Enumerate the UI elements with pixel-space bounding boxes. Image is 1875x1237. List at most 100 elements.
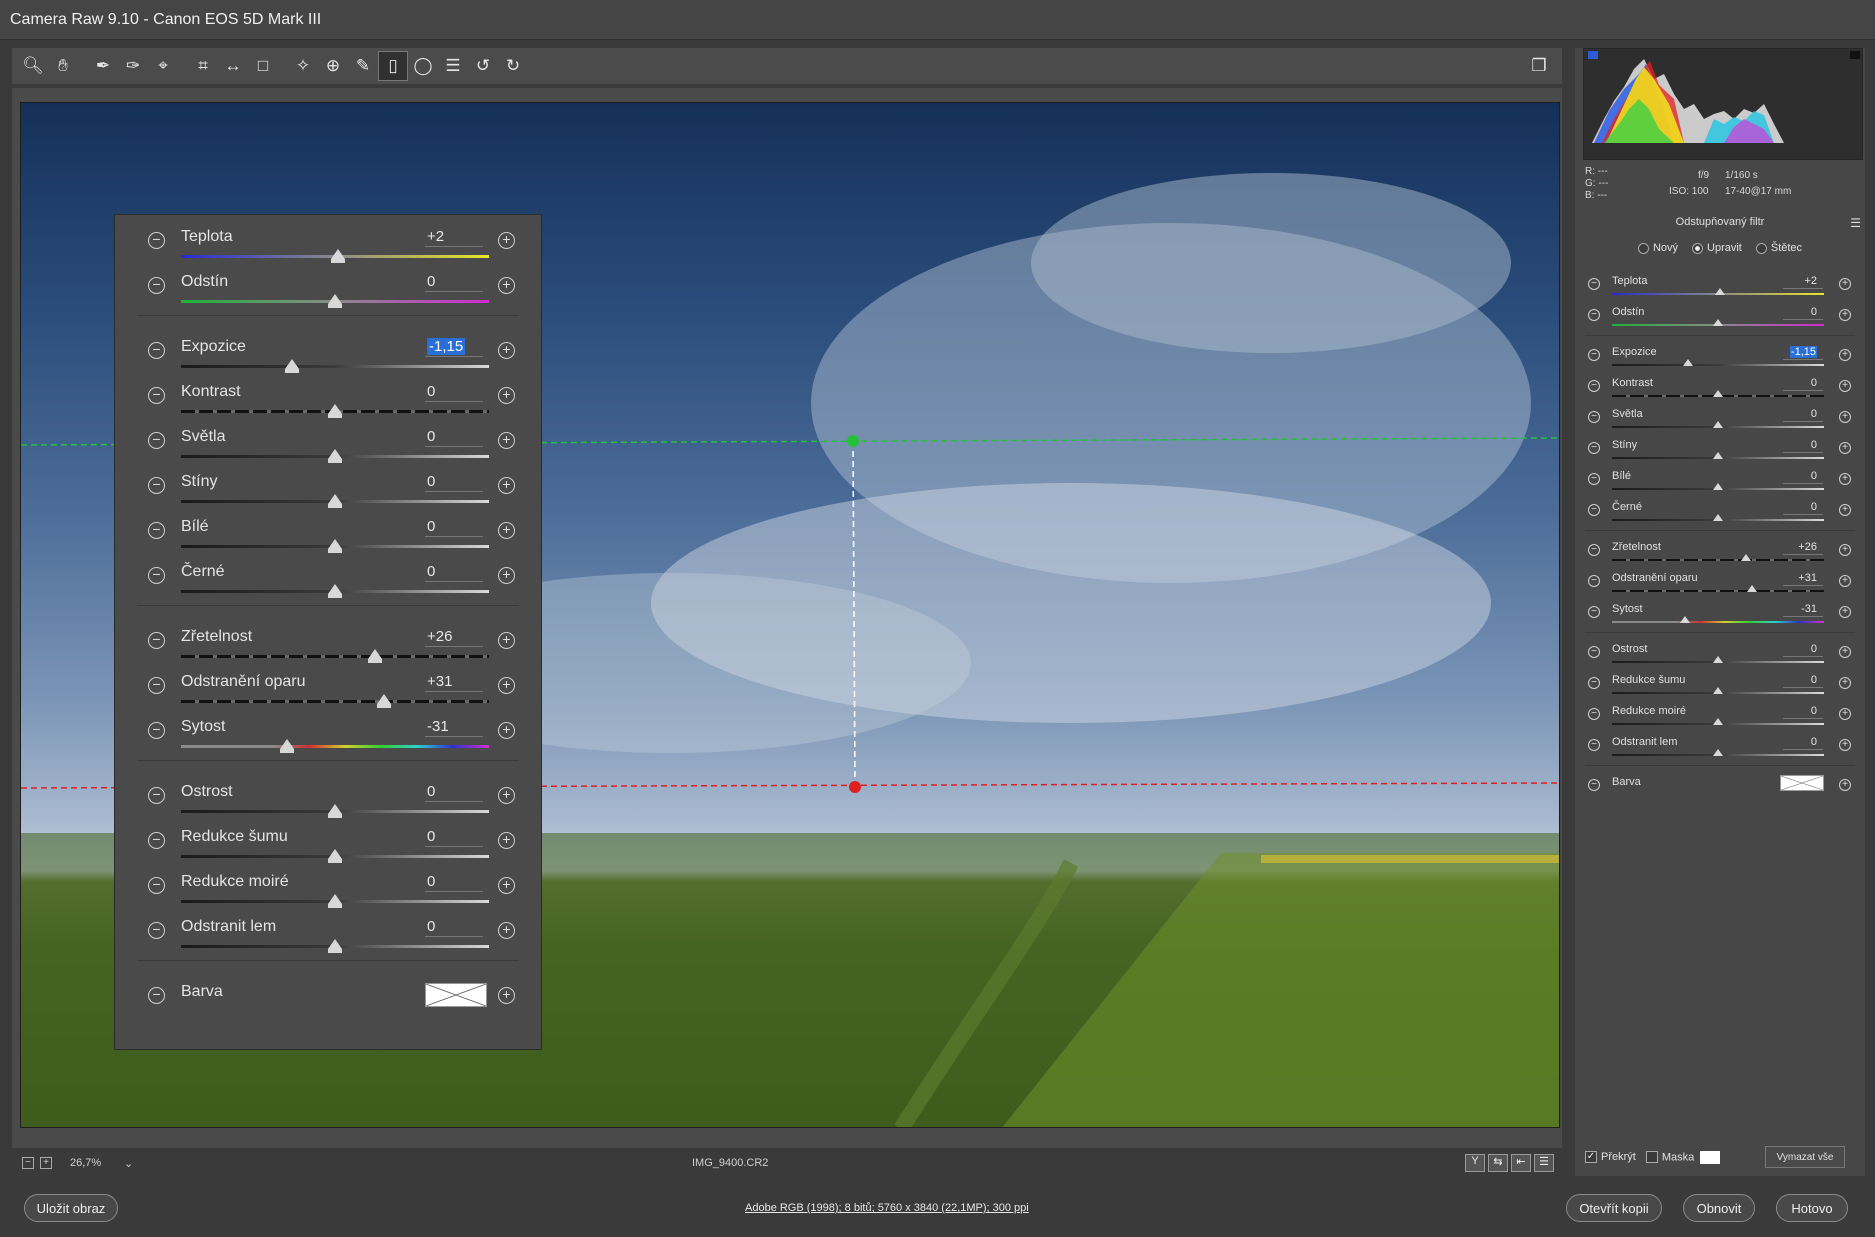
radial-filter-icon[interactable]: ◯ (408, 51, 438, 81)
mask-checkbox[interactable]: Maska (1645, 1150, 1721, 1164)
plus-circle-icon[interactable]: + (498, 722, 515, 739)
minus-circle-icon[interactable]: − (1588, 544, 1600, 556)
minus-circle-icon[interactable]: − (1588, 739, 1600, 751)
slider-value-input[interactable]: 0 (425, 873, 483, 892)
minus-circle-icon[interactable]: − (148, 677, 165, 694)
plus-circle-icon[interactable]: + (1839, 708, 1851, 720)
slider-value-input[interactable]: -31 (1783, 603, 1823, 617)
slider-value-input[interactable]: -1,15 (1783, 346, 1823, 360)
mask-check-icon[interactable] (1645, 1151, 1658, 1163)
slider-thumb[interactable] (331, 249, 346, 263)
minus-circle-icon[interactable]: − (148, 632, 165, 649)
slider-value-input[interactable]: 0 (425, 828, 483, 847)
slider-thumb[interactable] (1680, 616, 1691, 623)
slider-thumb[interactable] (328, 894, 342, 908)
slider-value-input[interactable]: 0 (425, 428, 483, 447)
slider-value-input[interactable]: 0 (1783, 736, 1823, 750)
plus-circle-icon[interactable]: + (1839, 411, 1851, 423)
radio-icon[interactable] (1637, 242, 1649, 254)
minus-circle-icon[interactable]: − (148, 387, 165, 404)
slider-value-input[interactable]: +31 (1783, 572, 1823, 586)
slider-value-input[interactable]: 0 (1783, 439, 1823, 453)
slider-value-input[interactable]: 0 (425, 383, 483, 402)
zoom-icon[interactable]: 🔍︎ (18, 51, 48, 81)
slider-track[interactable] (1612, 590, 1824, 592)
slider-thumb[interactable] (328, 939, 342, 953)
plus-circle-icon[interactable]: + (1839, 278, 1851, 290)
slider-thumb[interactable] (1683, 359, 1694, 366)
plus-circle-icon[interactable]: + (1839, 544, 1851, 556)
mode-radio-stetec[interactable]: Štětec (1755, 242, 1802, 254)
mode-radio-novy[interactable]: Nový (1637, 242, 1678, 254)
slider-track[interactable] (1612, 364, 1824, 366)
straighten-icon[interactable]: ↔ (218, 51, 248, 81)
minus-circle-icon[interactable]: − (1588, 309, 1600, 321)
slider-thumb[interactable] (328, 804, 342, 818)
white-balance-icon[interactable]: ✒ (88, 51, 118, 81)
slider-thumb[interactable] (377, 694, 392, 708)
slider-track[interactable] (181, 700, 489, 703)
slider-value-input[interactable]: +26 (425, 628, 483, 647)
plus-circle-icon[interactable]: + (1839, 677, 1851, 689)
slider-thumb[interactable] (328, 584, 342, 598)
slider-value-input[interactable]: 0 (1783, 705, 1823, 719)
plus-circle-icon[interactable]: + (498, 987, 515, 1004)
plus-circle-icon[interactable]: + (498, 632, 515, 649)
slider-thumb[interactable] (284, 359, 299, 373)
clear-all-button[interactable]: Vymazat vše (1765, 1146, 1845, 1168)
minus-circle-icon[interactable]: − (1588, 575, 1600, 587)
slider-thumb[interactable] (328, 449, 342, 463)
minus-circle-icon[interactable]: − (148, 522, 165, 539)
slider-thumb[interactable] (280, 739, 295, 753)
minus-circle-icon[interactable]: − (148, 787, 165, 804)
plus-circle-icon[interactable]: + (498, 277, 515, 294)
minus-circle-icon[interactable]: − (1588, 606, 1600, 618)
slider-track[interactable] (181, 365, 489, 368)
zoom-level[interactable]: 26,7% (58, 1157, 118, 1169)
minus-circle-icon[interactable]: − (1588, 504, 1600, 516)
plus-circle-icon[interactable]: + (498, 567, 515, 584)
adjustment-brush-icon[interactable]: ✎ (348, 51, 378, 81)
fullscreen-icon[interactable]: ❐ (1524, 51, 1554, 81)
slider-track[interactable] (1612, 559, 1824, 561)
rotate-cw-icon[interactable]: ↻ (498, 51, 528, 81)
hand-icon[interactable]: ✋︎ (48, 51, 78, 81)
slider-thumb[interactable] (1713, 390, 1723, 397)
slider-thumb[interactable] (328, 294, 342, 308)
slider-thumb[interactable] (368, 649, 383, 663)
color-swatch[interactable] (1780, 775, 1824, 791)
overlay-checkbox[interactable]: ✓ Překrýt (1585, 1151, 1636, 1164)
slider-value-input[interactable]: -31 (425, 718, 483, 737)
plus-circle-icon[interactable]: + (498, 922, 515, 939)
minus-circle-icon[interactable]: − (148, 722, 165, 739)
view-mode-button[interactable]: ⇤ (1511, 1154, 1531, 1172)
slider-thumb[interactable] (1713, 749, 1723, 756)
plus-circle-icon[interactable]: + (498, 477, 515, 494)
chevron-down-icon[interactable]: ⌄ (124, 1157, 133, 1170)
minus-circle-icon[interactable]: − (148, 987, 165, 1004)
plus-circle-icon[interactable]: + (1839, 646, 1851, 658)
save-image-button[interactable]: Uložit obraz (24, 1194, 118, 1222)
minus-circle-icon[interactable]: − (148, 922, 165, 939)
plus-circle-icon[interactable]: + (1839, 473, 1851, 485)
done-button[interactable]: Hotovo (1776, 1194, 1848, 1222)
minus-circle-icon[interactable]: − (148, 567, 165, 584)
plus-circle-icon[interactable]: + (498, 387, 515, 404)
minus-circle-icon[interactable]: − (148, 277, 165, 294)
view-mode-button[interactable]: Y (1465, 1154, 1485, 1172)
zoom-in-icon[interactable]: + (40, 1157, 52, 1169)
slider-thumb[interactable] (328, 539, 342, 553)
minus-circle-icon[interactable]: − (1588, 411, 1600, 423)
plus-circle-icon[interactable]: + (1839, 442, 1851, 454)
slider-thumb[interactable] (328, 849, 342, 863)
slider-thumb[interactable] (1715, 288, 1726, 295)
slider-value-input[interactable]: 0 (1783, 643, 1823, 657)
workflow-options-link[interactable]: Adobe RGB (1998); 8 bitů; 5760 x 3840 (2… (745, 1202, 1029, 1214)
mode-radio-upravit[interactable]: Upravit (1692, 242, 1742, 254)
plus-circle-icon[interactable]: + (1839, 380, 1851, 392)
view-mode-button[interactable]: ☰ (1534, 1154, 1554, 1172)
radio-icon[interactable] (1755, 242, 1767, 254)
slider-value-input[interactable]: 0 (425, 563, 483, 582)
slider-value-input[interactable]: -1,15 (425, 338, 483, 357)
slider-thumb[interactable] (328, 404, 342, 418)
